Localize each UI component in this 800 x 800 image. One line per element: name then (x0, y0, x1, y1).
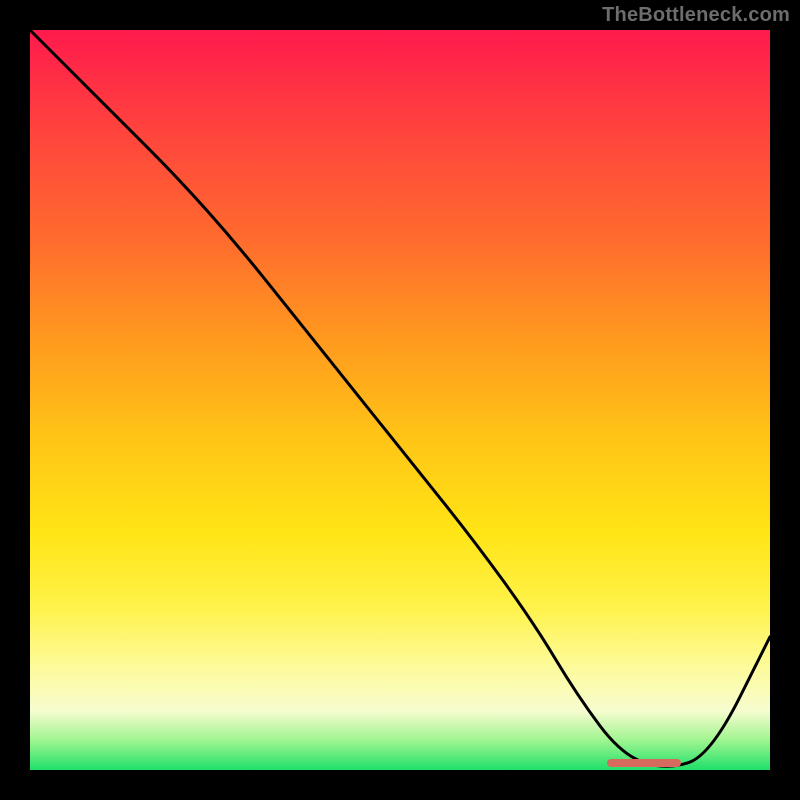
watermark-label: TheBottleneck.com (602, 4, 790, 27)
line-plot-svg (30, 30, 770, 770)
chart-frame: TheBottleneck.com (0, 0, 800, 800)
bottleneck-curve (30, 30, 770, 766)
plot-area (30, 30, 770, 770)
optimal-range-marker (607, 759, 681, 767)
